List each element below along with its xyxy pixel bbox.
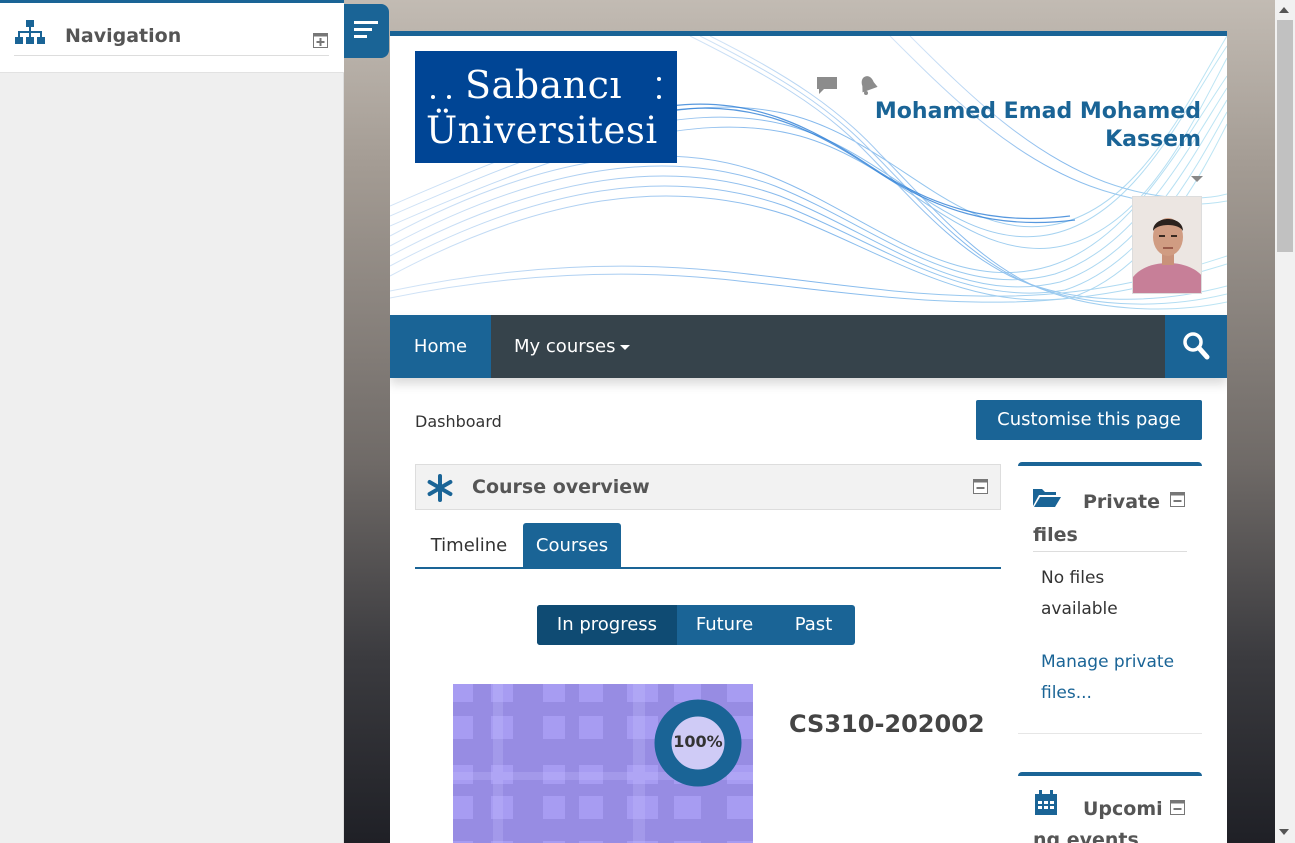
- private-files-title: Private files: [1033, 491, 1160, 546]
- breadcrumb: Dashboard: [415, 412, 502, 431]
- user-avatar[interactable]: [1132, 196, 1202, 294]
- course-overview-title: Course overview: [472, 476, 650, 498]
- main-navbar: Home My courses: [390, 315, 1227, 378]
- dock-block-icon[interactable]: [313, 33, 328, 48]
- manage-private-files-link[interactable]: Manage private files...: [1041, 647, 1191, 709]
- filter-in-progress-button[interactable]: In progress: [537, 605, 677, 645]
- no-files-text: No files available: [1041, 568, 1118, 619]
- page-header: Sabancı Üniversitesi Mohamed Emad Mohame…: [390, 36, 1227, 315]
- divider: [14, 55, 329, 56]
- progress-percent-label: 100%: [673, 732, 723, 751]
- university-logo[interactable]: Sabancı Üniversitesi: [415, 51, 677, 163]
- navigation-block: Navigation: [0, 0, 344, 73]
- caret-down-icon: [620, 344, 631, 350]
- search-button[interactable]: [1165, 315, 1227, 378]
- main-page: Sabancı Üniversitesi Mohamed Emad Mohame…: [390, 31, 1227, 843]
- upcoming-events-title: Upcoming events: [1033, 798, 1163, 843]
- tab-underline: [415, 567, 1001, 569]
- filter-past-button[interactable]: Past: [772, 605, 855, 645]
- course-overview-header: Course overview: [415, 464, 1001, 510]
- user-menu-name[interactable]: Mohamed Emad Mohamed Kassem: [841, 98, 1201, 154]
- navigation-title: Navigation: [65, 25, 182, 47]
- upcoming-events-block: Upcoming events: [1018, 772, 1202, 843]
- scroll-down-arrow-icon[interactable]: [1279, 829, 1289, 835]
- avatar-photo: [1133, 197, 1201, 293]
- sitemap-icon: [15, 20, 45, 44]
- user-menu-caret-icon[interactable]: [1191, 176, 1203, 182]
- nav-my-courses-label: My courses: [514, 336, 616, 357]
- search-icon: [1183, 332, 1210, 360]
- tab-timeline[interactable]: Timeline: [415, 523, 523, 568]
- tab-courses[interactable]: Courses: [523, 523, 621, 568]
- scrollbar-thumb[interactable]: [1277, 20, 1293, 252]
- nav-home-link[interactable]: Home: [390, 315, 491, 378]
- divider: [1033, 551, 1187, 552]
- asterisk-icon: [427, 474, 453, 502]
- collapse-block-icon[interactable]: [1170, 492, 1185, 507]
- drawer-toggle-button[interactable]: [344, 4, 389, 58]
- logo-line-1: Sabancı: [465, 63, 623, 107]
- scroll-up-arrow-icon[interactable]: [1279, 7, 1289, 13]
- progress-ring: 100%: [654, 699, 742, 787]
- private-files-block: Private files No files available Manage …: [1018, 462, 1202, 734]
- customise-page-button[interactable]: Customise this page: [976, 400, 1202, 440]
- notifications-bell-icon[interactable]: [858, 74, 878, 96]
- messages-icon[interactable]: [816, 76, 838, 96]
- hamburger-icon: [354, 21, 378, 38]
- course-name-link[interactable]: CS310-202002: [789, 710, 985, 738]
- course-filter-group: In progress Future Past: [537, 605, 855, 645]
- nav-my-courses-dropdown[interactable]: My courses: [514, 315, 631, 378]
- logo-line-2: Üniversitesi: [426, 109, 658, 152]
- filter-future-button[interactable]: Future: [677, 605, 772, 645]
- collapse-block-icon[interactable]: [973, 479, 988, 494]
- navigation-drawer: Navigation: [0, 0, 344, 843]
- collapse-block-icon[interactable]: [1170, 800, 1185, 815]
